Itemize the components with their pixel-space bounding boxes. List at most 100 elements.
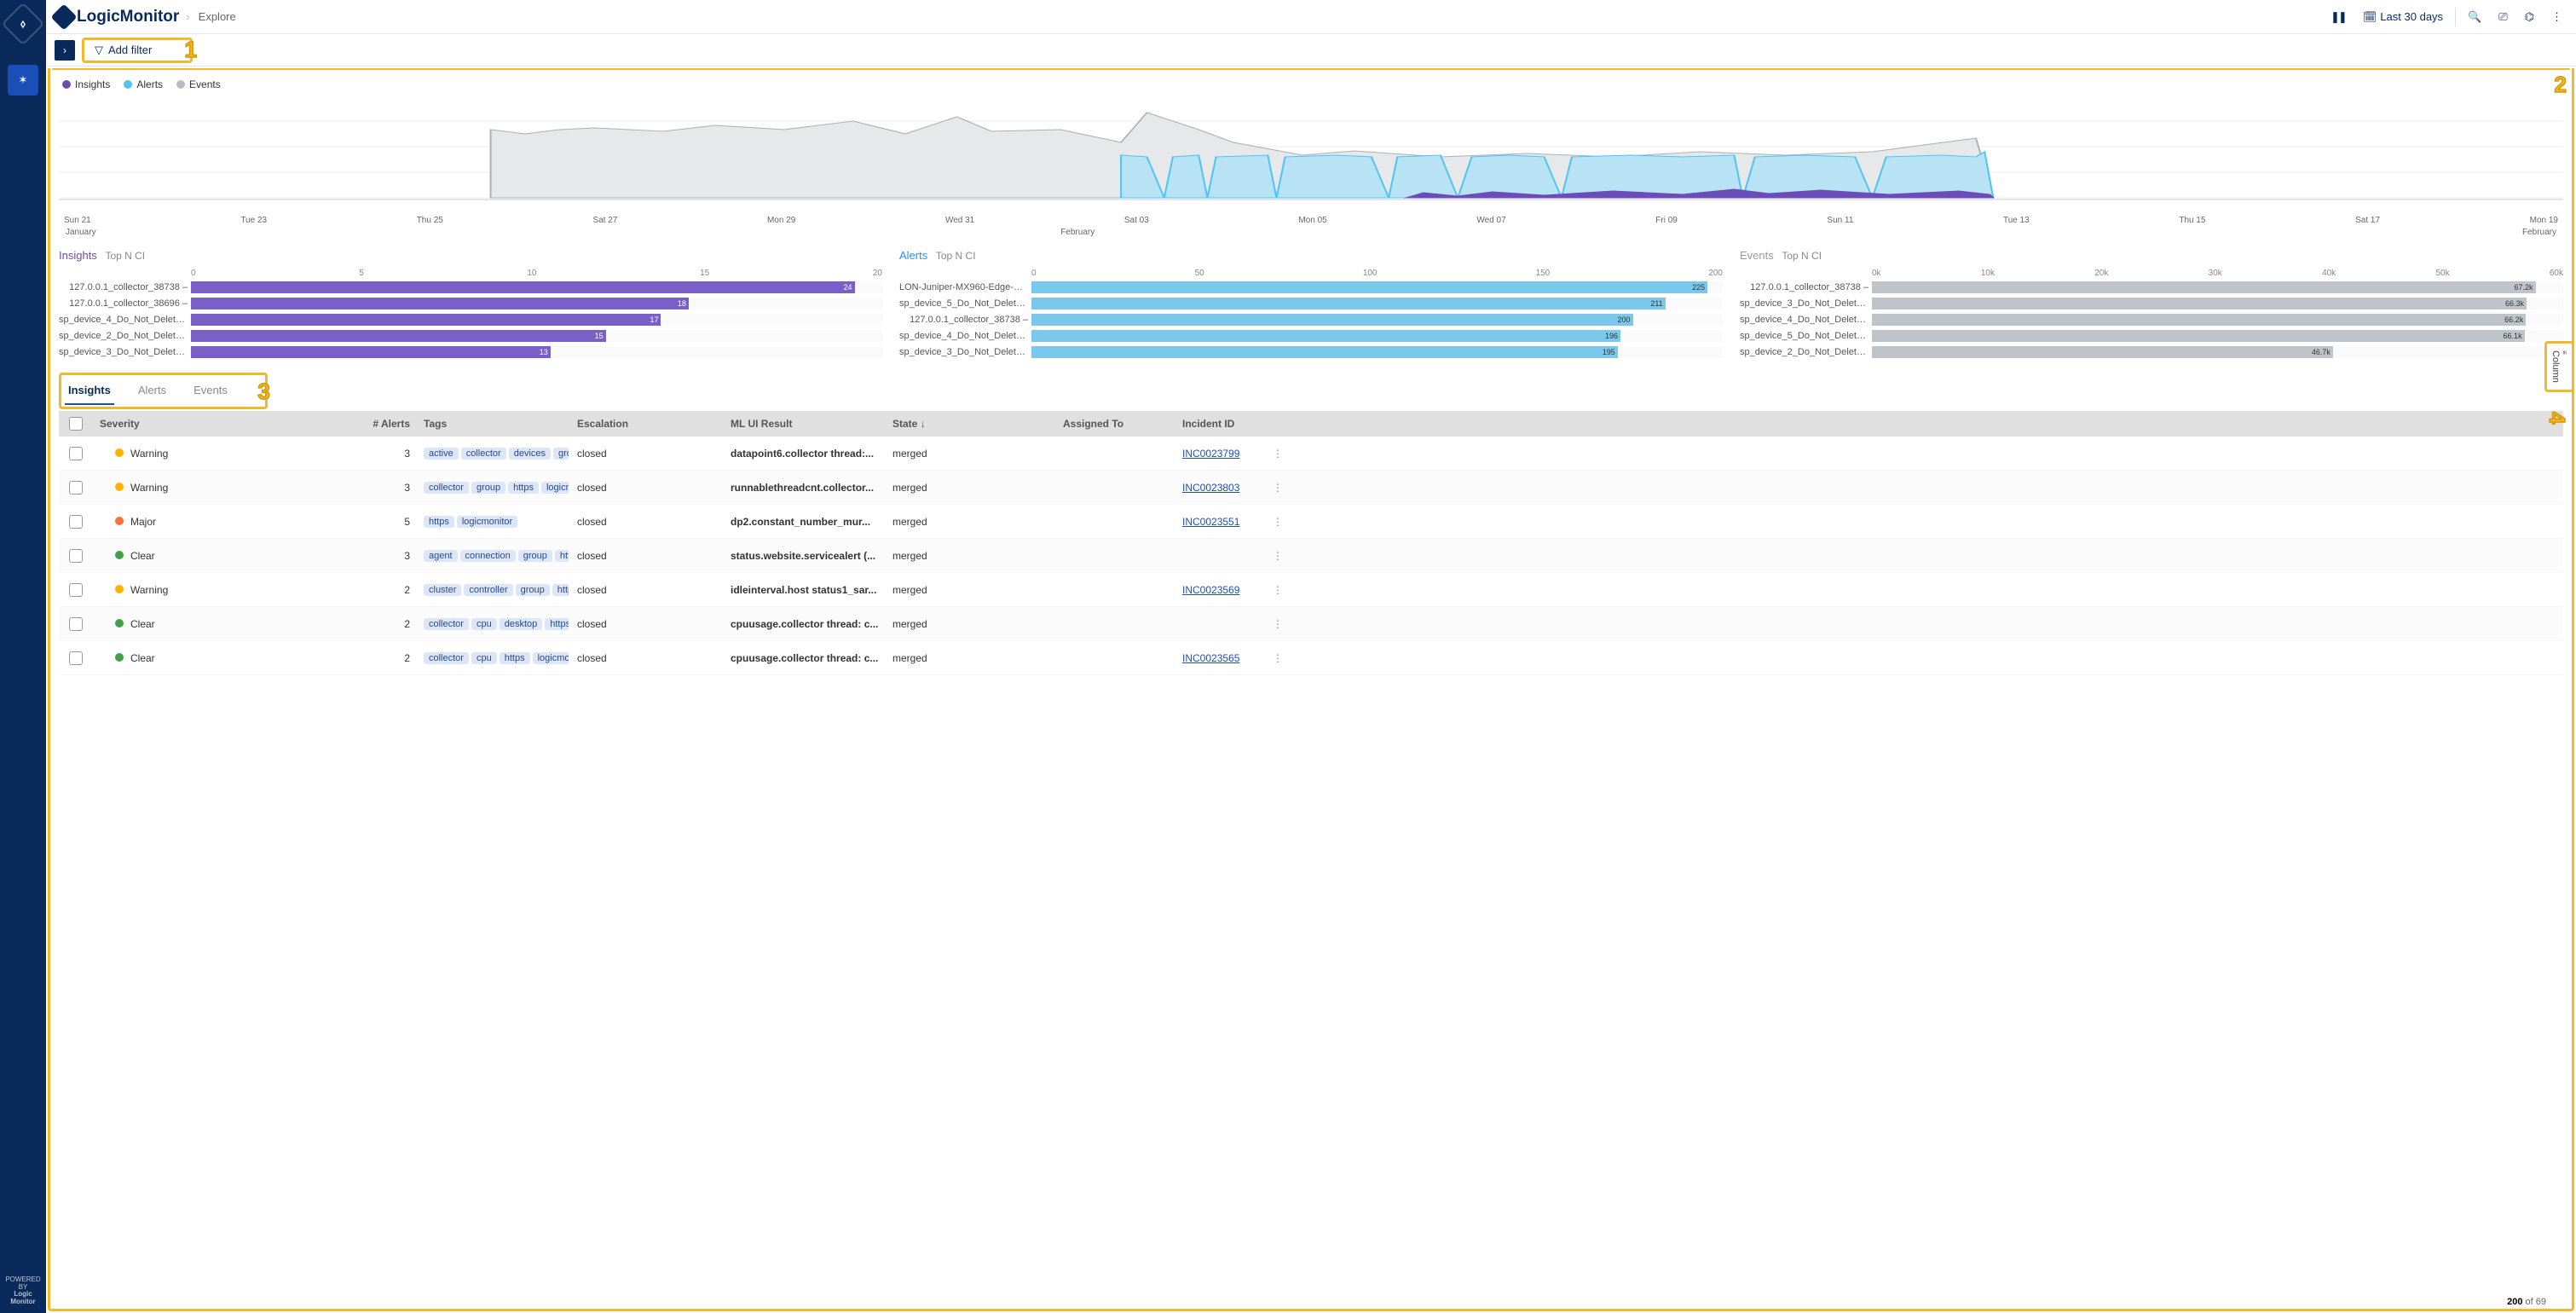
- col-escalation[interactable]: Escalation: [570, 418, 724, 430]
- tag-chip[interactable]: collector: [424, 652, 469, 664]
- row-menu-icon[interactable]: ⋮: [1261, 618, 1295, 630]
- chart-legend: Insights Alerts Events: [59, 73, 2563, 95]
- row-menu-icon[interactable]: ⋮: [1261, 516, 1295, 528]
- more-icon[interactable]: ⋮: [2546, 7, 2567, 27]
- col-alerts[interactable]: # Alerts: [349, 418, 417, 430]
- tag-chip[interactable]: group: [516, 584, 550, 596]
- table-row: Warning 2 clustercontrollergrouphttp clo…: [59, 573, 2563, 607]
- bar-row[interactable]: sp_device_5_Do_Not_Delete –211: [899, 296, 1723, 311]
- tag-chip[interactable]: collector: [461, 448, 506, 460]
- tag-chip[interactable]: http: [552, 584, 569, 596]
- row-checkbox[interactable]: [69, 515, 83, 529]
- row-checkbox[interactable]: [69, 549, 83, 563]
- tag-chip[interactable]: https: [545, 618, 569, 630]
- col-incident[interactable]: Incident ID: [1175, 418, 1261, 430]
- breadcrumb[interactable]: Explore: [199, 10, 236, 23]
- pause-icon[interactable]: ❚❚: [2325, 7, 2351, 27]
- tag-chip[interactable]: collector: [424, 482, 469, 494]
- legend-insights[interactable]: Insights: [62, 78, 110, 90]
- brand-logo[interactable]: LogicMonitor: [55, 8, 179, 26]
- calendar-icon: 🗓: [2363, 10, 2377, 24]
- tag-chip[interactable]: https: [508, 482, 539, 494]
- nav-explore-icon[interactable]: ✶: [8, 65, 38, 95]
- bar-row[interactable]: 127.0.0.1_collector_38738 –67.2k: [1740, 280, 2563, 295]
- events-panel: Events Top N CI 0k10k20k30k40k50k60k 127…: [1740, 249, 2563, 361]
- tag-chip[interactable]: logicmon: [533, 652, 569, 664]
- row-menu-icon[interactable]: ⋮: [1261, 550, 1295, 562]
- row-menu-icon[interactable]: ⋮: [1261, 448, 1295, 460]
- tag-chip[interactable]: gro: [553, 448, 569, 460]
- select-all-checkbox[interactable]: [69, 417, 83, 431]
- severity-dot: [115, 551, 124, 559]
- bar-row[interactable]: sp_device_4_Do_Not_Delete –66.2k: [1740, 312, 2563, 327]
- tag-chip[interactable]: agent: [424, 550, 458, 562]
- tag-chip[interactable]: logicm: [541, 482, 569, 494]
- search-icon[interactable]: 🔍: [2463, 7, 2486, 27]
- bar-row[interactable]: sp_device_5_Do_Not_Delete –66.1k: [1740, 328, 2563, 344]
- bar-row[interactable]: 127.0.0.1_collector_38738 –24: [59, 280, 882, 295]
- tag-chip[interactable]: https: [424, 516, 454, 528]
- incident-link[interactable]: INC0023551: [1182, 516, 1239, 528]
- tag-chip[interactable]: group: [518, 550, 552, 562]
- tag-chip[interactable]: https: [500, 652, 530, 664]
- bar-row[interactable]: sp_device_2_Do_Not_Delete –15: [59, 328, 882, 344]
- tab-events[interactable]: Events: [190, 377, 231, 405]
- topology-icon[interactable]: ⌬: [2520, 7, 2539, 27]
- tag-chip[interactable]: cpu: [471, 618, 497, 630]
- row-menu-icon[interactable]: ⋮: [1261, 584, 1295, 596]
- col-ml[interactable]: ML UI Result: [724, 418, 886, 430]
- tag-chip[interactable]: controller: [464, 584, 512, 596]
- row-checkbox[interactable]: [69, 651, 83, 665]
- pagination-label: 200 of 69: [2507, 1297, 2546, 1307]
- legend-events[interactable]: Events: [176, 78, 221, 90]
- incident-link[interactable]: INC0023565: [1182, 652, 1239, 664]
- main-content: 2 Insights Alerts Events: [48, 68, 2574, 1311]
- col-tags[interactable]: Tags: [417, 418, 570, 430]
- bar-row[interactable]: LON-Juniper-MX960-Edge-Router –225: [899, 280, 1723, 295]
- tag-chip[interactable]: active: [424, 448, 459, 460]
- row-checkbox[interactable]: [69, 447, 83, 460]
- collapse-sidebar-button[interactable]: ›: [55, 40, 75, 61]
- col-state[interactable]: State ↓: [886, 418, 1056, 430]
- tag-chip[interactable]: desktop: [500, 618, 543, 630]
- bar-row[interactable]: sp_device_3_Do_Not_Delete –13: [59, 344, 882, 360]
- row-menu-icon[interactable]: ⋮: [1261, 652, 1295, 664]
- tab-insights[interactable]: Insights: [65, 377, 114, 405]
- bar-row[interactable]: sp_device_4_Do_Not_Delete –196: [899, 328, 1723, 344]
- tag-chip[interactable]: cpu: [471, 652, 497, 664]
- bar-row[interactable]: sp_device_3_Do_Not_Delete –195: [899, 344, 1723, 360]
- bar-row[interactable]: sp_device_4_Do_Not_Delete –17: [59, 312, 882, 327]
- tag-chip[interactable]: collector: [424, 618, 469, 630]
- incident-link[interactable]: INC0023799: [1182, 448, 1239, 460]
- filter-icon: ▽: [95, 43, 103, 57]
- row-checkbox[interactable]: [69, 583, 83, 597]
- row-checkbox[interactable]: [69, 481, 83, 495]
- tag-chip[interactable]: cluster: [424, 584, 461, 596]
- table-row: Clear 3 agentconnectiongrouphtt closed s…: [59, 539, 2563, 573]
- timeline-chart[interactable]: Sun 21Tue 23Thu 25Sat 27Mon 29Wed 31Sat …: [59, 95, 2563, 240]
- incident-link[interactable]: INC0023569: [1182, 584, 1239, 596]
- bar-row[interactable]: sp_device_3_Do_Not_Delete –66.3k: [1740, 296, 2563, 311]
- settings-icon[interactable]: ⎚: [2493, 7, 2512, 27]
- row-checkbox[interactable]: [69, 617, 83, 631]
- tag-chip[interactable]: devices: [509, 448, 551, 460]
- tag-chip[interactable]: logicmonitor: [457, 516, 517, 528]
- col-assigned[interactable]: Assigned To: [1056, 418, 1175, 430]
- add-filter-button[interactable]: ▽ Add filter 1: [82, 38, 193, 63]
- tag-chip[interactable]: htt: [555, 550, 569, 562]
- timerange-picker[interactable]: 🗓 Last 30 days: [2358, 7, 2448, 27]
- tab-alerts[interactable]: Alerts: [135, 377, 170, 405]
- bar-row[interactable]: sp_device_2_Do_Not_Delete –46.7k: [1740, 344, 2563, 360]
- row-menu-icon[interactable]: ⋮: [1261, 482, 1295, 494]
- legend-alerts[interactable]: Alerts: [124, 78, 163, 90]
- table-row: Warning 3 collectorgrouphttpslogicm clos…: [59, 471, 2563, 505]
- tag-chip[interactable]: connection: [460, 550, 516, 562]
- incident-link[interactable]: INC0023803: [1182, 482, 1239, 494]
- topbar: LogicMonitor › Explore ❚❚ 🗓 Last 30 days…: [46, 0, 2576, 34]
- columns-drawer-handle[interactable]: ≡ Column 4: [2544, 341, 2574, 392]
- bar-row[interactable]: 127.0.0.1_collector_38696 –18: [59, 296, 882, 311]
- tag-chip[interactable]: group: [471, 482, 505, 494]
- bar-row[interactable]: 127.0.0.1_collector_38738 –200: [899, 312, 1723, 327]
- severity-dot: [115, 585, 124, 593]
- col-severity[interactable]: Severity: [93, 418, 349, 430]
